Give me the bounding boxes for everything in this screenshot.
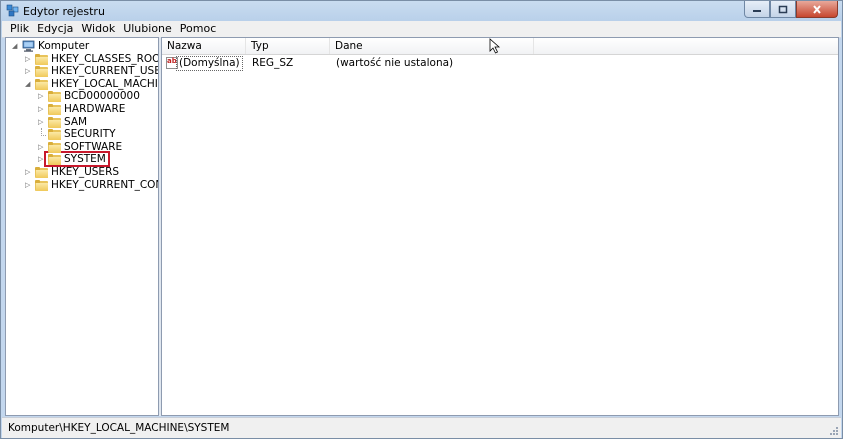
menu-view[interactable]: Widok — [77, 21, 119, 37]
registry-editor-icon — [6, 4, 19, 17]
expand-arrow-icon[interactable]: ▷ — [38, 92, 46, 101]
menu-favorites[interactable]: Ulubione — [119, 21, 176, 37]
column-header-name[interactable]: Nazwa — [162, 38, 246, 54]
title-bar[interactable]: Edytor rejestru — [1, 1, 842, 21]
status-path: Komputer\HKEY_LOCAL_MACHINE\SYSTEM — [8, 422, 230, 434]
menu-file[interactable]: Plik — [2, 21, 33, 37]
tree-item-label: Komputer — [38, 40, 90, 52]
close-button[interactable] — [796, 1, 838, 18]
tree-item-label: HKEY_CURRENT_USER — [51, 65, 159, 78]
list-item[interactable]: ab (Domyślna) REG_SZ (wartość nie ustalo… — [162, 56, 838, 71]
tree-item-label: SECURITY — [64, 128, 116, 141]
folder-icon — [48, 141, 61, 153]
expand-arrow-icon[interactable]: ▷ — [38, 118, 46, 127]
folder-icon — [48, 104, 61, 115]
tree-item[interactable]: ▷ HKEY_CURRENT_USER — [6, 65, 158, 78]
tree-item[interactable]: SECURITY — [6, 128, 158, 141]
tree-item[interactable]: ◢ Komputer — [6, 40, 158, 53]
folder-icon — [48, 116, 61, 128]
tree-item[interactable]: ▷ BCD00000000 — [6, 90, 158, 103]
folder-icon — [48, 91, 61, 103]
minimize-button[interactable] — [744, 1, 770, 18]
minimize-icon — [753, 10, 761, 12]
resize-grip-icon[interactable] — [829, 426, 839, 436]
tree-item[interactable]: ▷ SAM — [6, 116, 158, 129]
tree-item-label: SOFTWARE — [64, 140, 123, 153]
status-bar: Komputer\HKEY_LOCAL_MACHINE\SYSTEM — [2, 417, 841, 438]
tree-item[interactable]: ▷ SOFTWARE — [6, 141, 158, 154]
column-header-data[interactable]: Dane — [330, 38, 534, 54]
tree-item[interactable]: ▷ HKEY_CLASSES_ROOT — [6, 53, 158, 66]
folder-icon — [48, 129, 61, 141]
registry-tree[interactable]: ◢ Komputer ▷ HKEY_CLASSES_ROOT ▷ HKEY_CURRENT… — [5, 37, 159, 416]
expand-arrow-icon[interactable]: ▷ — [38, 155, 46, 164]
tree-item-label: HKEY_USERS — [51, 166, 120, 178]
menu-help[interactable]: Pomoc — [176, 21, 220, 37]
value-name: (Domyślna) — [176, 56, 243, 71]
folder-icon — [35, 167, 48, 178]
menu-edit[interactable]: Edycja — [33, 21, 77, 37]
folder-icon — [35, 78, 48, 90]
folder-icon — [35, 66, 48, 78]
computer-icon — [22, 40, 35, 52]
tree-item-label: HKEY_CLASSES_ROOT — [51, 52, 159, 65]
maximize-icon — [778, 5, 788, 13]
expand-arrow-icon[interactable]: ▷ — [25, 168, 33, 177]
folder-icon — [48, 154, 61, 166]
collapse-arrow-icon[interactable]: ◢ — [25, 80, 33, 89]
maximize-button[interactable] — [770, 1, 796, 18]
mouse-cursor-icon — [489, 38, 501, 54]
column-header-type[interactable]: Typ — [246, 38, 330, 54]
folder-icon — [35, 53, 48, 65]
collapse-arrow-icon[interactable]: ◢ — [12, 42, 20, 51]
expand-arrow-icon[interactable]: ▷ — [25, 55, 33, 64]
tree-item-label: SYSTEM — [64, 153, 106, 166]
expand-arrow-icon[interactable]: ▷ — [25, 181, 33, 190]
value-data: (wartość nie ustalona) — [336, 57, 454, 69]
value-type: REG_SZ — [252, 57, 294, 69]
tree-item-label: HKEY_LOCAL_MACHINE — [51, 77, 158, 90]
tree-item-label: SAM — [64, 115, 88, 128]
close-icon — [813, 4, 821, 14]
expand-arrow-icon[interactable]: ▷ — [38, 105, 46, 114]
tree-item-label: HKEY_CURRENT_CONFIG — [51, 178, 158, 191]
tree-item[interactable]: ▷ SYSTEM — [6, 153, 158, 166]
window-title: Edytor rejestru — [23, 5, 105, 18]
menu-bar: Plik Edycja Widok Ulubione Pomoc — [2, 21, 841, 38]
tree-item[interactable]: ▷ HKEY_USERS — [6, 166, 158, 179]
tree-item[interactable]: ▷ HARDWARE — [6, 103, 158, 116]
tree-item[interactable]: ◢ HKEY_LOCAL_MACHINE — [6, 78, 158, 91]
folder-icon — [35, 179, 48, 191]
tree-item-label: HARDWARE — [64, 103, 126, 115]
tree-item-label: BCD00000000 — [64, 90, 140, 103]
tree-line — [41, 128, 46, 137]
tree-item[interactable]: ▷ HKEY_CURRENT_CONFIG — [6, 179, 158, 192]
expand-arrow-icon[interactable]: ▷ — [25, 67, 33, 76]
window-controls — [744, 1, 838, 19]
expand-arrow-icon[interactable]: ▷ — [38, 143, 46, 152]
values-list[interactable]: Nazwa Typ Dane ab (Domyślna) REG_SZ (war… — [161, 37, 839, 416]
registry-editor-window: Edytor rejestru Plik Edycja Widok Ulubio… — [0, 0, 843, 439]
